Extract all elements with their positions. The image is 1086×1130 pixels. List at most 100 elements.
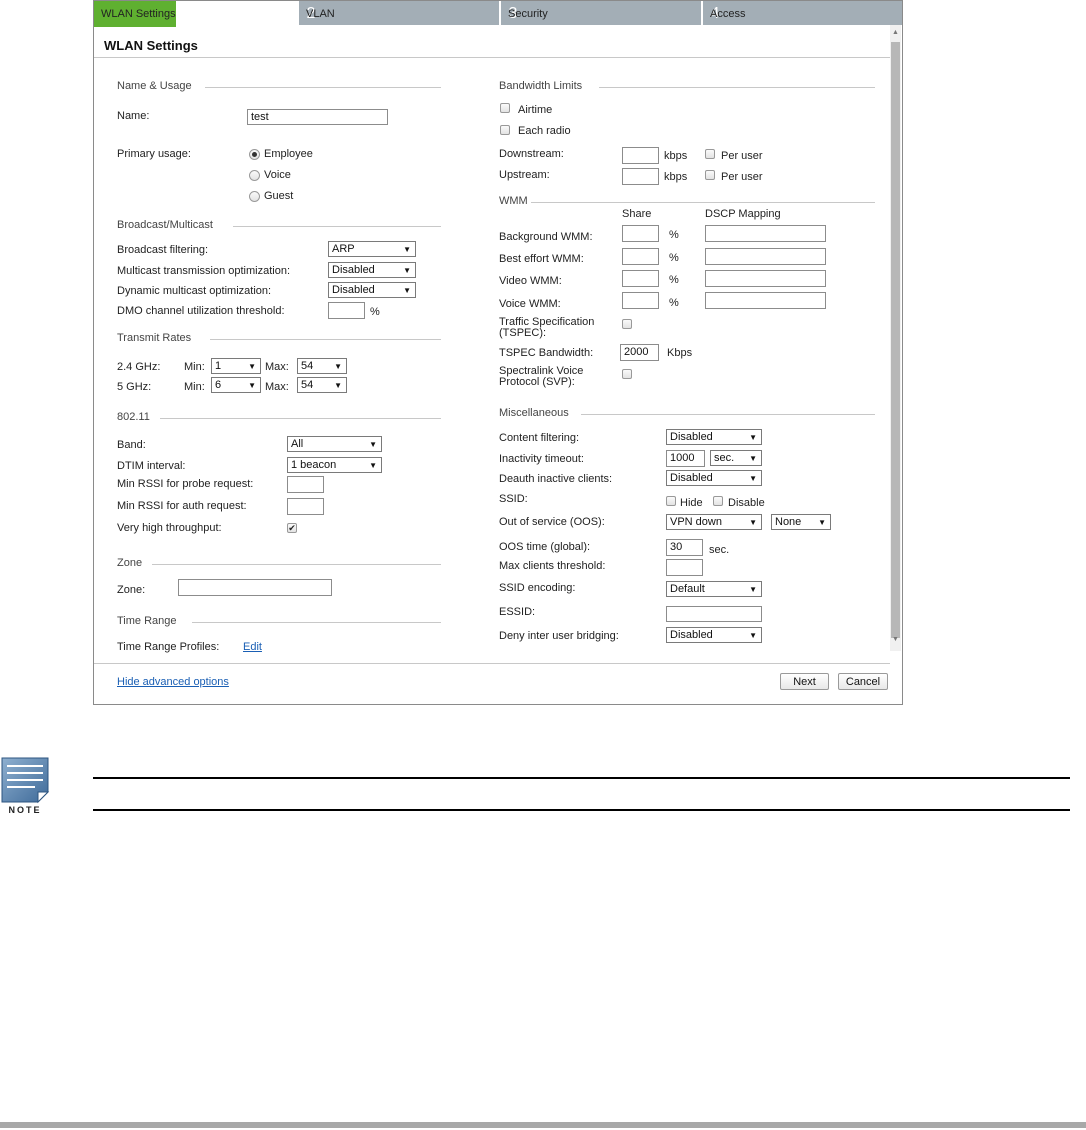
essid-input[interactable] [666, 606, 762, 622]
each-radio-checkbox[interactable] [500, 125, 510, 135]
usage-option-label: Guest [264, 190, 294, 202]
hide-label: Hide [680, 497, 703, 509]
section-divider [599, 87, 875, 88]
background-share-input[interactable] [622, 225, 659, 242]
deauth-inactive-select[interactable]: Disabled ▼ [666, 470, 762, 486]
content-filtering-select[interactable]: Disabled ▼ [666, 429, 762, 445]
name-label: Name: [117, 110, 150, 122]
cancel-button[interactable]: Cancel [838, 673, 888, 690]
min-label: Min: [184, 381, 205, 393]
deauth-inactive-label: Deauth inactive clients: [499, 473, 613, 485]
name-input[interactable]: test [247, 109, 388, 125]
dropdown-arrow-icon: ▼ [749, 474, 757, 483]
edit-time-range-link[interactable]: Edit [243, 641, 262, 653]
svp-checkbox[interactable] [622, 369, 632, 379]
background-dscp-input[interactable] [705, 225, 826, 242]
section-80211: 802.11 [117, 411, 150, 423]
multicast-optimization-select[interactable]: Disabled ▼ [328, 262, 416, 278]
band-5-max-select[interactable]: 54 ▼ [297, 377, 347, 393]
kbps-unit: kbps [664, 150, 688, 162]
note-bottom-rule [93, 809, 1070, 811]
divider [94, 663, 890, 664]
page-footer-bar [0, 1122, 1086, 1128]
sec-unit: sec. [709, 544, 730, 556]
scroll-thumb[interactable] [891, 42, 900, 638]
best-effort-dscp-input[interactable] [705, 248, 826, 265]
section-broadcast: Broadcast/Multicast [117, 219, 213, 231]
vht-checkbox[interactable]: ✔ [287, 523, 297, 533]
voice-share-input[interactable] [622, 292, 659, 309]
video-share-input[interactable] [622, 270, 659, 287]
band-5-min-select[interactable]: 6 ▼ [211, 377, 261, 393]
inactivity-timeout-label: Inactivity timeout: [499, 453, 584, 465]
zone-input[interactable] [178, 579, 332, 596]
percent-unit: % [669, 274, 679, 286]
next-button[interactable]: Next [780, 673, 829, 690]
dropdown-arrow-icon: ▼ [369, 440, 377, 449]
max-clients-input[interactable] [666, 559, 703, 576]
inactivity-unit-select[interactable]: sec. ▼ [710, 450, 762, 466]
tspec-bandwidth-input[interactable]: 2000 [620, 344, 659, 361]
step-tab-security[interactable]: 3 Security [499, 1, 701, 25]
svp-label-line: Protocol (SVP): [499, 376, 575, 388]
tspec-checkbox[interactable] [622, 319, 632, 329]
ssid-hide-checkbox[interactable] [666, 496, 676, 506]
usage-voice-radio[interactable] [249, 170, 260, 181]
background-wmm-label: Background WMM: [499, 231, 593, 243]
scroll-down-icon[interactable]: ▼ [891, 635, 900, 645]
oos-time-input[interactable]: 30 [666, 539, 703, 556]
downstream-per-user-checkbox[interactable] [705, 149, 715, 159]
rssi-probe-label: Min RSSI for probe request: [117, 478, 254, 490]
max-clients-label: Max clients threshold: [499, 560, 606, 572]
deny-bridging-select[interactable]: Disabled ▼ [666, 627, 762, 643]
oos-secondary-select[interactable]: None ▼ [771, 514, 831, 530]
scroll-up-icon[interactable]: ▲ [891, 28, 900, 38]
usage-employee-radio[interactable] [249, 149, 260, 160]
downstream-input[interactable] [622, 147, 659, 164]
oos-time-label: OOS time (global): [499, 541, 591, 553]
voice-dscp-input[interactable] [705, 292, 826, 309]
step-label: WLAN Settings [94, 1, 176, 27]
band-select[interactable]: All ▼ [287, 436, 382, 452]
dynamic-multicast-select[interactable]: Disabled ▼ [328, 282, 416, 298]
ssid-encoding-label: SSID encoding: [499, 582, 576, 594]
vertical-scrollbar[interactable]: ▲ ▼ [890, 25, 901, 651]
section-miscellaneous: Miscellaneous [499, 407, 569, 419]
percent-unit: % [669, 229, 679, 241]
video-dscp-input[interactable] [705, 270, 826, 287]
step-tab-wlan-settings[interactable]: 1 WLAN Settings [94, 1, 297, 27]
broadcast-filtering-select[interactable]: ARP ▼ [328, 241, 416, 257]
oos-select[interactable]: VPN down ▼ [666, 514, 762, 530]
section-divider [160, 418, 441, 419]
select-value: 54 [301, 360, 314, 372]
dropdown-arrow-icon: ▼ [334, 381, 342, 390]
best-effort-share-input[interactable] [622, 248, 659, 265]
dropdown-arrow-icon: ▼ [403, 286, 411, 295]
step-tab-vlan[interactable]: 2 VLAN [297, 1, 499, 25]
note-icon: NOTE [0, 756, 50, 815]
dtim-interval-select[interactable]: 1 beacon ▼ [287, 457, 382, 473]
ssid-disable-checkbox[interactable] [713, 496, 723, 506]
dropdown-arrow-icon: ▼ [403, 245, 411, 254]
airtime-checkbox[interactable] [500, 103, 510, 113]
dropdown-arrow-icon: ▼ [749, 631, 757, 640]
upstream-input[interactable] [622, 168, 659, 185]
tspec-bandwidth-label: TSPEC Bandwidth: [499, 347, 594, 359]
upstream-label: Upstream: [499, 169, 550, 181]
rssi-auth-input[interactable] [287, 498, 324, 515]
dtim-interval-label: DTIM interval: [117, 460, 186, 472]
dmo-threshold-input[interactable] [328, 302, 365, 319]
hide-advanced-options-link[interactable]: Hide advanced options [117, 676, 229, 688]
percent-unit: % [669, 297, 679, 309]
panel-title: WLAN Settings [104, 38, 198, 53]
usage-guest-radio[interactable] [249, 191, 260, 202]
upstream-per-user-checkbox[interactable] [705, 170, 715, 180]
zone-label: Zone: [117, 584, 146, 596]
ssid-encoding-select[interactable]: Default ▼ [666, 581, 762, 597]
tspec-label: Traffic Specification (TSPEC): [499, 317, 594, 339]
inactivity-timeout-input[interactable]: 1000 [666, 450, 705, 467]
band-24-max-select[interactable]: 54 ▼ [297, 358, 347, 374]
rssi-probe-input[interactable] [287, 476, 324, 493]
step-tab-access[interactable]: 4 Access [701, 1, 902, 25]
band-24-min-select[interactable]: 1 ▼ [211, 358, 261, 374]
